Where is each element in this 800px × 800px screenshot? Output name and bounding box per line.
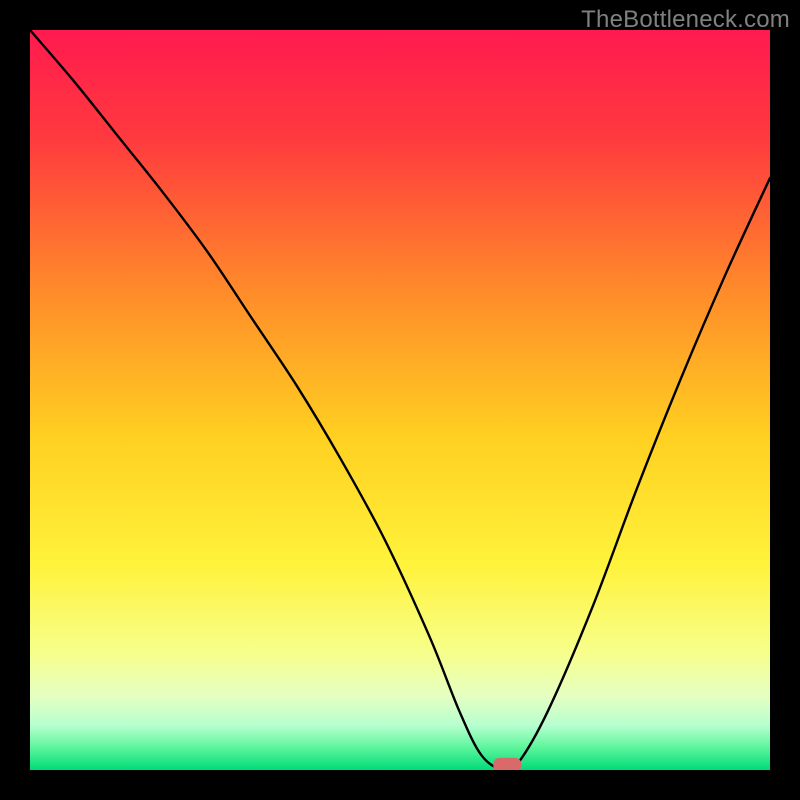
gradient-background [30, 30, 770, 770]
chart-svg [30, 30, 770, 770]
chart-frame: TheBottleneck.com [0, 0, 800, 800]
optimum-marker [493, 758, 521, 770]
chart-plot [30, 30, 770, 770]
